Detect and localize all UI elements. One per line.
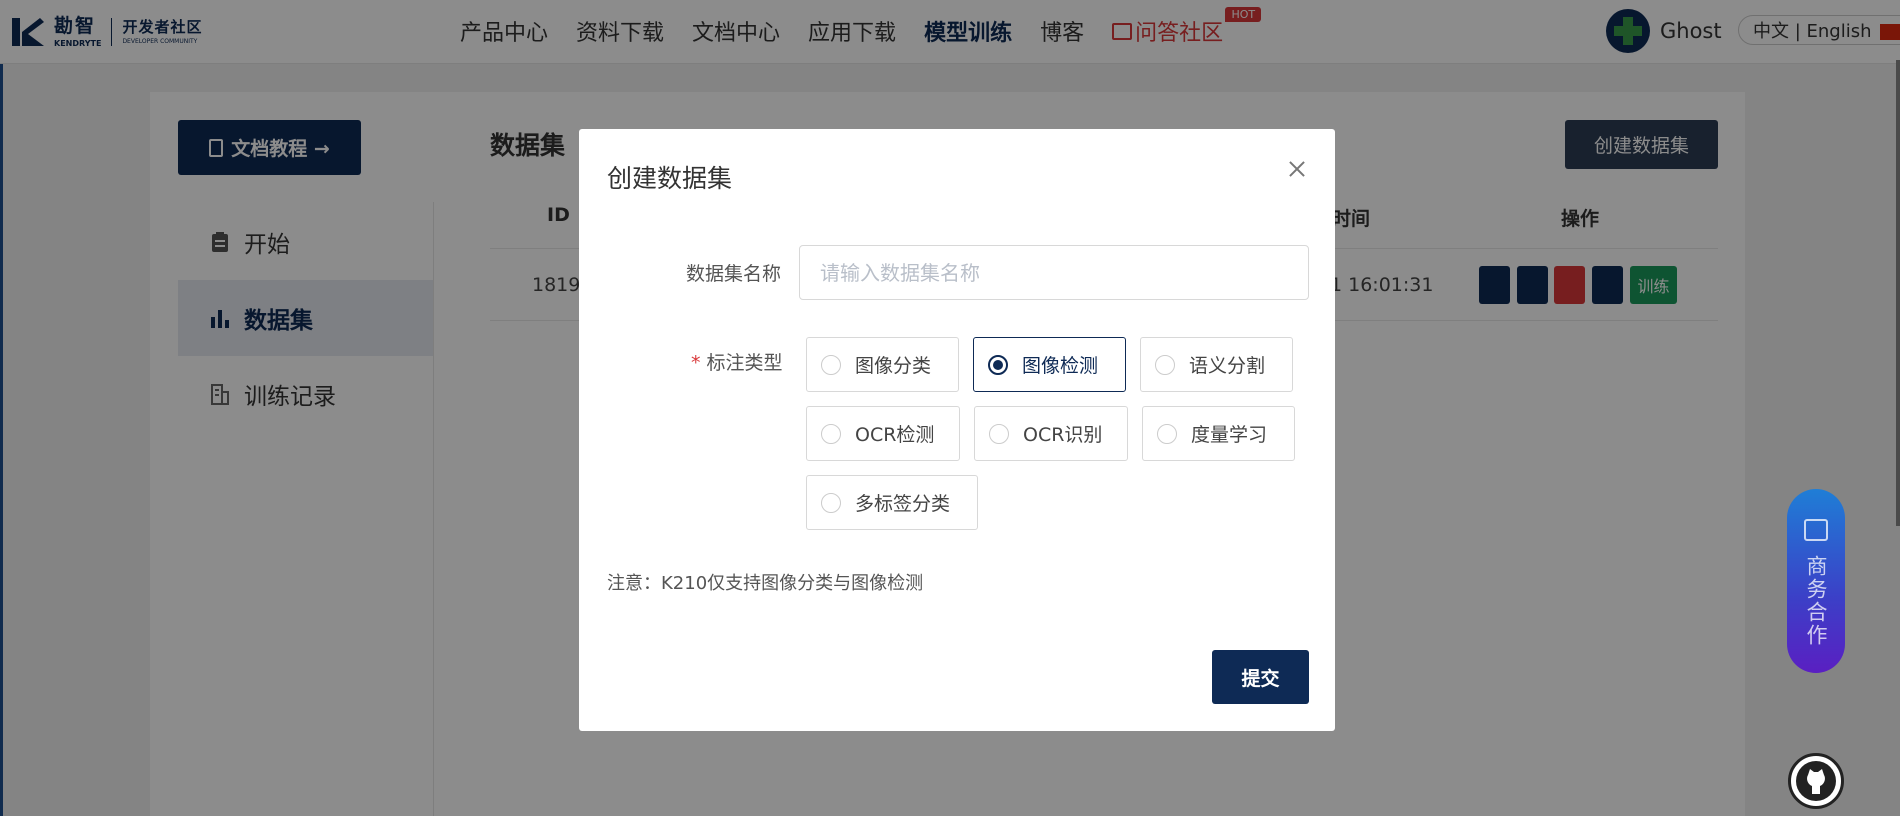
dataset-name-input[interactable] (799, 245, 1309, 300)
dataset-name-label: 数据集名称 (686, 263, 782, 285)
radio-ocr-recognition[interactable]: OCR识别 (974, 406, 1128, 461)
radio-circle (821, 492, 841, 513)
radio-circle (989, 423, 1009, 444)
radio-label: 度量学习 (1191, 424, 1268, 446)
dialog-title: 创建数据集 (607, 164, 733, 193)
k210-note: 注意：K210仅支持图像分类与图像检测 (607, 573, 924, 594)
radio-image-classification[interactable]: 图像分类 (806, 337, 959, 392)
message-icon (1804, 519, 1828, 541)
create-dataset-dialog: 创建数据集 数据集名称 *标注类型 图像分类 图像检测 语义分割 OCR检测 O… (579, 129, 1335, 731)
radio-label: 多标签分类 (855, 493, 951, 515)
business-cooperation-button[interactable]: 商务合作 (1787, 489, 1845, 673)
submit-button[interactable]: 提交 (1212, 650, 1309, 704)
github-icon[interactable] (1788, 753, 1844, 809)
annotation-type-text: 标注类型 (706, 352, 783, 374)
radio-circle-selected (988, 354, 1008, 375)
radio-label: OCR识别 (1023, 424, 1103, 446)
close-icon[interactable] (1285, 157, 1309, 181)
github-mark (1796, 761, 1836, 801)
radio-circle (821, 423, 841, 444)
radio-circle (1157, 423, 1177, 444)
required-mark: * (691, 352, 701, 374)
radio-label: OCR检测 (855, 424, 935, 446)
radio-label: 图像分类 (855, 355, 932, 377)
radio-circle (821, 354, 841, 375)
radio-image-detection[interactable]: 图像检测 (973, 337, 1126, 392)
annotation-type-label: * 标注类型 (691, 348, 783, 375)
radio-multi-label-classification[interactable]: 多标签分类 (806, 475, 978, 530)
radio-label: 语义分割 (1189, 355, 1266, 377)
business-cooperation-label: 商务合作 (1804, 555, 1828, 647)
radio-circle (1155, 354, 1175, 375)
radio-label: 图像检测 (1022, 355, 1099, 377)
radio-ocr-detection[interactable]: OCR检测 (806, 406, 960, 461)
radio-metric-learning[interactable]: 度量学习 (1142, 406, 1295, 461)
radio-semantic-segmentation[interactable]: 语义分割 (1140, 337, 1293, 392)
